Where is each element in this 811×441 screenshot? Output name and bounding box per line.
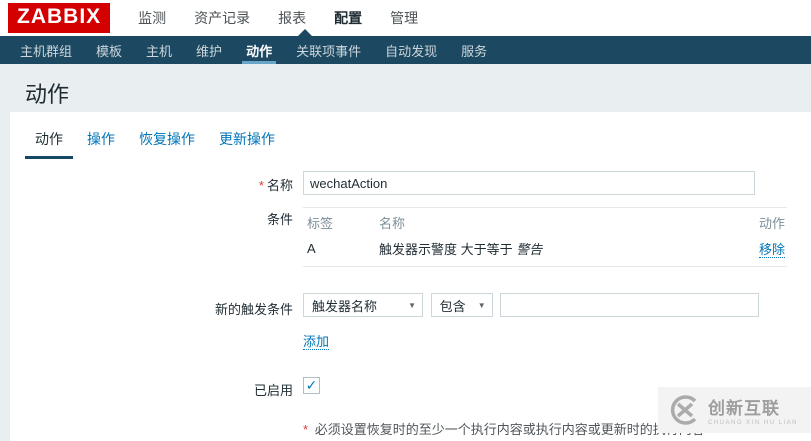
zabbix-logo[interactable]: ZABBIX [8,3,111,33]
watermark: 创新互联 CHUANG XIN HU LIAN [658,387,811,433]
top-menu-inventory[interactable]: 资产记录 [180,0,264,37]
conditions-header-row: 标签 名称 动作 [303,208,787,235]
new-condition-label: 新的触发条件 [214,302,293,317]
condition-row: A 触发器示警度 大于等于 警告 移除 [303,235,787,266]
name-row: * 名称 [10,171,811,195]
check-icon: ✓ [305,377,318,393]
chevron-down-icon: ▼ [408,300,416,310]
enabled-label: 已启用 [253,383,293,398]
conditions-row: 条件 标签 名称 动作 A 触发器示警度 大于等于 警告 移除 [10,205,811,267]
subnav-maintenance[interactable]: 维护 [184,36,234,64]
subnav-actions[interactable]: 动作 [234,36,284,64]
chevron-down-icon: ▼ [477,300,486,310]
condition-operator-select[interactable]: 包含 ▼ [430,293,493,317]
condition-tag: A [307,241,316,256]
top-menu-monitoring[interactable]: 监测 [124,0,180,37]
top-menu: 监测 资产记录 报表 配置 管理 [124,0,432,37]
condition-severity-value: 警告 [516,242,543,257]
top-menu-configuration[interactable]: 配置 [320,0,376,37]
add-condition-link[interactable]: 添加 [303,334,330,350]
tab-action[interactable]: 动作 [25,124,73,159]
column-header-action: 动作 [758,216,785,231]
required-asterisk: * [303,422,309,437]
subnav-services[interactable]: 服务 [449,36,499,64]
condition-name: 触发器示警度 大于等于 警告 [379,242,543,257]
name-input[interactable] [303,171,755,195]
tab-bar: 动作 操作 恢复操作 更新操作 [10,112,811,159]
subnav-event-correlation[interactable]: 关联项事件 [284,36,373,64]
top-bar: ZABBIX 监测 资产记录 报表 配置 管理 [0,0,811,37]
enabled-checkbox[interactable]: ✓ [303,377,320,394]
condition-type-select[interactable]: 触发器名称 ▼ [303,293,423,317]
watermark-subtitle: CHUANG XIN HU LIAN [708,420,799,426]
tab-update-operations[interactable]: 更新操作 [209,124,285,159]
conditions-label: 条件 [266,212,293,227]
sub-nav: 主机群组 模板 主机 维护 动作 关联项事件 自动发现 服务 [0,36,811,64]
name-label: * 名称 [258,178,293,193]
subnav-hosts[interactable]: 主机 [134,36,184,64]
tab-operations[interactable]: 操作 [77,124,125,159]
subnav-host-groups[interactable]: 主机群组 [8,36,84,64]
new-condition-row: 新的触发条件 触发器名称 ▼ 包含 ▼ 添加 [10,293,811,350]
subnav-discovery[interactable]: 自动发现 [373,36,449,64]
conditions-table: 标签 名称 动作 A 触发器示警度 大于等于 警告 移除 [303,207,787,267]
column-header-tag: 标签 [307,216,334,231]
required-asterisk: * [258,178,264,193]
condition-value-input[interactable] [500,293,760,317]
form-note: 必须设置恢复时的至少一个执行内容或执行内容或更新时的执行内容 [314,422,705,437]
page-title: 动作 [25,82,70,107]
watermark-logo-icon [670,395,697,425]
top-menu-administration[interactable]: 管理 [376,0,432,37]
watermark-name: 创新互联 [708,399,780,418]
subnav-templates[interactable]: 模板 [84,36,134,64]
tab-recovery-operations[interactable]: 恢复操作 [129,124,205,159]
column-header-name: 名称 [379,216,406,231]
remove-condition-link[interactable]: 移除 [758,242,785,258]
